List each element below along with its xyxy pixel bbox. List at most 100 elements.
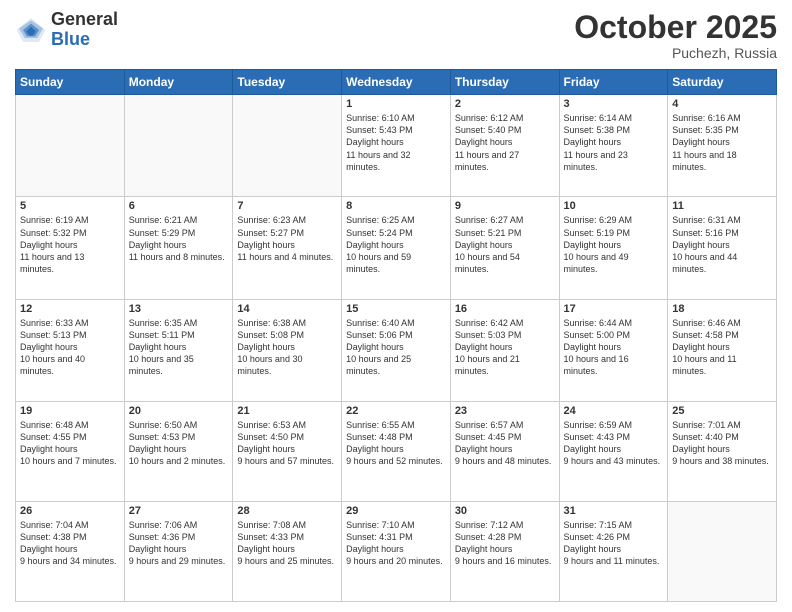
- calendar-header-saturday: Saturday: [668, 70, 777, 95]
- day-number: 13: [129, 303, 229, 315]
- calendar-cell: 29 Sunrise: 7:10 AMSunset: 4:31 PMDaylig…: [342, 501, 451, 601]
- calendar-cell: 28 Sunrise: 7:08 AMSunset: 4:33 PMDaylig…: [233, 501, 342, 601]
- cell-info: Sunrise: 6:59 AMSunset: 4:43 PMDaylight …: [564, 419, 664, 468]
- day-number: 28: [237, 505, 337, 517]
- day-number: 11: [672, 200, 772, 212]
- day-number: 16: [455, 303, 555, 315]
- day-number: 3: [564, 98, 664, 110]
- calendar-cell: 25 Sunrise: 7:01 AMSunset: 4:40 PMDaylig…: [668, 401, 777, 501]
- calendar-header-tuesday: Tuesday: [233, 70, 342, 95]
- day-number: 10: [564, 200, 664, 212]
- cell-info: Sunrise: 6:55 AMSunset: 4:48 PMDaylight …: [346, 419, 446, 468]
- calendar-header-row: SundayMondayTuesdayWednesdayThursdayFrid…: [16, 70, 777, 95]
- day-number: 30: [455, 505, 555, 517]
- logo-text: General Blue: [51, 10, 118, 50]
- day-number: 21: [237, 405, 337, 417]
- calendar-week-1: 1 Sunrise: 6:10 AMSunset: 5:43 PMDayligh…: [16, 95, 777, 197]
- calendar-cell: 2 Sunrise: 6:12 AMSunset: 5:40 PMDayligh…: [450, 95, 559, 197]
- cell-info: Sunrise: 6:40 AMSunset: 5:06 PMDaylight …: [346, 317, 446, 378]
- day-number: 24: [564, 405, 664, 417]
- title-block: October 2025 Puchezh, Russia: [574, 10, 777, 61]
- logo-general-text: General: [51, 10, 118, 30]
- cell-info: Sunrise: 7:12 AMSunset: 4:28 PMDaylight …: [455, 519, 555, 568]
- calendar-cell: 16 Sunrise: 6:42 AMSunset: 5:03 PMDaylig…: [450, 299, 559, 401]
- cell-info: Sunrise: 7:10 AMSunset: 4:31 PMDaylight …: [346, 519, 446, 568]
- calendar-week-3: 12 Sunrise: 6:33 AMSunset: 5:13 PMDaylig…: [16, 299, 777, 401]
- day-number: 15: [346, 303, 446, 315]
- cell-info: Sunrise: 6:57 AMSunset: 4:45 PMDaylight …: [455, 419, 555, 468]
- calendar-cell: 24 Sunrise: 6:59 AMSunset: 4:43 PMDaylig…: [559, 401, 668, 501]
- day-number: 27: [129, 505, 229, 517]
- calendar-week-5: 26 Sunrise: 7:04 AMSunset: 4:38 PMDaylig…: [16, 501, 777, 601]
- day-number: 1: [346, 98, 446, 110]
- day-number: 6: [129, 200, 229, 212]
- calendar-cell: 26 Sunrise: 7:04 AMSunset: 4:38 PMDaylig…: [16, 501, 125, 601]
- calendar-cell: 6 Sunrise: 6:21 AMSunset: 5:29 PMDayligh…: [124, 197, 233, 299]
- logo-blue-text: Blue: [51, 30, 118, 50]
- calendar-cell: 21 Sunrise: 6:53 AMSunset: 4:50 PMDaylig…: [233, 401, 342, 501]
- day-number: 23: [455, 405, 555, 417]
- cell-info: Sunrise: 6:42 AMSunset: 5:03 PMDaylight …: [455, 317, 555, 378]
- cell-info: Sunrise: 6:50 AMSunset: 4:53 PMDaylight …: [129, 419, 229, 468]
- header: General Blue October 2025 Puchezh, Russi…: [15, 10, 777, 61]
- day-number: 12: [20, 303, 120, 315]
- cell-info: Sunrise: 6:27 AMSunset: 5:21 PMDaylight …: [455, 214, 555, 275]
- calendar-cell: 14 Sunrise: 6:38 AMSunset: 5:08 PMDaylig…: [233, 299, 342, 401]
- calendar-cell: 9 Sunrise: 6:27 AMSunset: 5:21 PMDayligh…: [450, 197, 559, 299]
- calendar-cell: 5 Sunrise: 6:19 AMSunset: 5:32 PMDayligh…: [16, 197, 125, 299]
- calendar-cell: 17 Sunrise: 6:44 AMSunset: 5:00 PMDaylig…: [559, 299, 668, 401]
- cell-info: Sunrise: 6:38 AMSunset: 5:08 PMDaylight …: [237, 317, 337, 378]
- calendar-cell: 31 Sunrise: 7:15 AMSunset: 4:26 PMDaylig…: [559, 501, 668, 601]
- cell-info: Sunrise: 6:10 AMSunset: 5:43 PMDaylight …: [346, 112, 446, 173]
- cell-info: Sunrise: 6:19 AMSunset: 5:32 PMDaylight …: [20, 214, 120, 275]
- calendar-cell: 18 Sunrise: 6:46 AMSunset: 4:58 PMDaylig…: [668, 299, 777, 401]
- day-number: 29: [346, 505, 446, 517]
- day-number: 2: [455, 98, 555, 110]
- calendar-cell: 19 Sunrise: 6:48 AMSunset: 4:55 PMDaylig…: [16, 401, 125, 501]
- calendar-cell: 1 Sunrise: 6:10 AMSunset: 5:43 PMDayligh…: [342, 95, 451, 197]
- calendar-header-monday: Monday: [124, 70, 233, 95]
- calendar-cell: 12 Sunrise: 6:33 AMSunset: 5:13 PMDaylig…: [16, 299, 125, 401]
- cell-info: Sunrise: 6:21 AMSunset: 5:29 PMDaylight …: [129, 214, 229, 263]
- page: General Blue October 2025 Puchezh, Russi…: [0, 0, 792, 612]
- cell-info: Sunrise: 6:31 AMSunset: 5:16 PMDaylight …: [672, 214, 772, 275]
- location: Puchezh, Russia: [574, 45, 777, 61]
- calendar-week-4: 19 Sunrise: 6:48 AMSunset: 4:55 PMDaylig…: [16, 401, 777, 501]
- day-number: 7: [237, 200, 337, 212]
- cell-info: Sunrise: 6:29 AMSunset: 5:19 PMDaylight …: [564, 214, 664, 275]
- day-number: 4: [672, 98, 772, 110]
- calendar-header-friday: Friday: [559, 70, 668, 95]
- cell-info: Sunrise: 7:08 AMSunset: 4:33 PMDaylight …: [237, 519, 337, 568]
- cell-info: Sunrise: 7:06 AMSunset: 4:36 PMDaylight …: [129, 519, 229, 568]
- calendar-cell: 23 Sunrise: 6:57 AMSunset: 4:45 PMDaylig…: [450, 401, 559, 501]
- calendar-cell: [668, 501, 777, 601]
- calendar-cell: 4 Sunrise: 6:16 AMSunset: 5:35 PMDayligh…: [668, 95, 777, 197]
- calendar-cell: 11 Sunrise: 6:31 AMSunset: 5:16 PMDaylig…: [668, 197, 777, 299]
- day-number: 31: [564, 505, 664, 517]
- cell-info: Sunrise: 6:44 AMSunset: 5:00 PMDaylight …: [564, 317, 664, 378]
- cell-info: Sunrise: 7:04 AMSunset: 4:38 PMDaylight …: [20, 519, 120, 568]
- logo: General Blue: [15, 10, 118, 50]
- cell-info: Sunrise: 7:01 AMSunset: 4:40 PMDaylight …: [672, 419, 772, 468]
- logo-icon: [15, 14, 47, 46]
- calendar-cell: [233, 95, 342, 197]
- calendar-cell: 22 Sunrise: 6:55 AMSunset: 4:48 PMDaylig…: [342, 401, 451, 501]
- calendar-cell: 7 Sunrise: 6:23 AMSunset: 5:27 PMDayligh…: [233, 197, 342, 299]
- calendar-cell: 27 Sunrise: 7:06 AMSunset: 4:36 PMDaylig…: [124, 501, 233, 601]
- calendar-cell: 3 Sunrise: 6:14 AMSunset: 5:38 PMDayligh…: [559, 95, 668, 197]
- cell-info: Sunrise: 6:14 AMSunset: 5:38 PMDaylight …: [564, 112, 664, 173]
- cell-info: Sunrise: 6:23 AMSunset: 5:27 PMDaylight …: [237, 214, 337, 263]
- day-number: 20: [129, 405, 229, 417]
- day-number: 17: [564, 303, 664, 315]
- day-number: 9: [455, 200, 555, 212]
- cell-info: Sunrise: 6:48 AMSunset: 4:55 PMDaylight …: [20, 419, 120, 468]
- calendar-cell: [16, 95, 125, 197]
- day-number: 22: [346, 405, 446, 417]
- cell-info: Sunrise: 6:35 AMSunset: 5:11 PMDaylight …: [129, 317, 229, 378]
- calendar-week-2: 5 Sunrise: 6:19 AMSunset: 5:32 PMDayligh…: [16, 197, 777, 299]
- calendar-cell: 8 Sunrise: 6:25 AMSunset: 5:24 PMDayligh…: [342, 197, 451, 299]
- calendar-header-sunday: Sunday: [16, 70, 125, 95]
- day-number: 5: [20, 200, 120, 212]
- calendar-cell: 10 Sunrise: 6:29 AMSunset: 5:19 PMDaylig…: [559, 197, 668, 299]
- cell-info: Sunrise: 6:53 AMSunset: 4:50 PMDaylight …: [237, 419, 337, 468]
